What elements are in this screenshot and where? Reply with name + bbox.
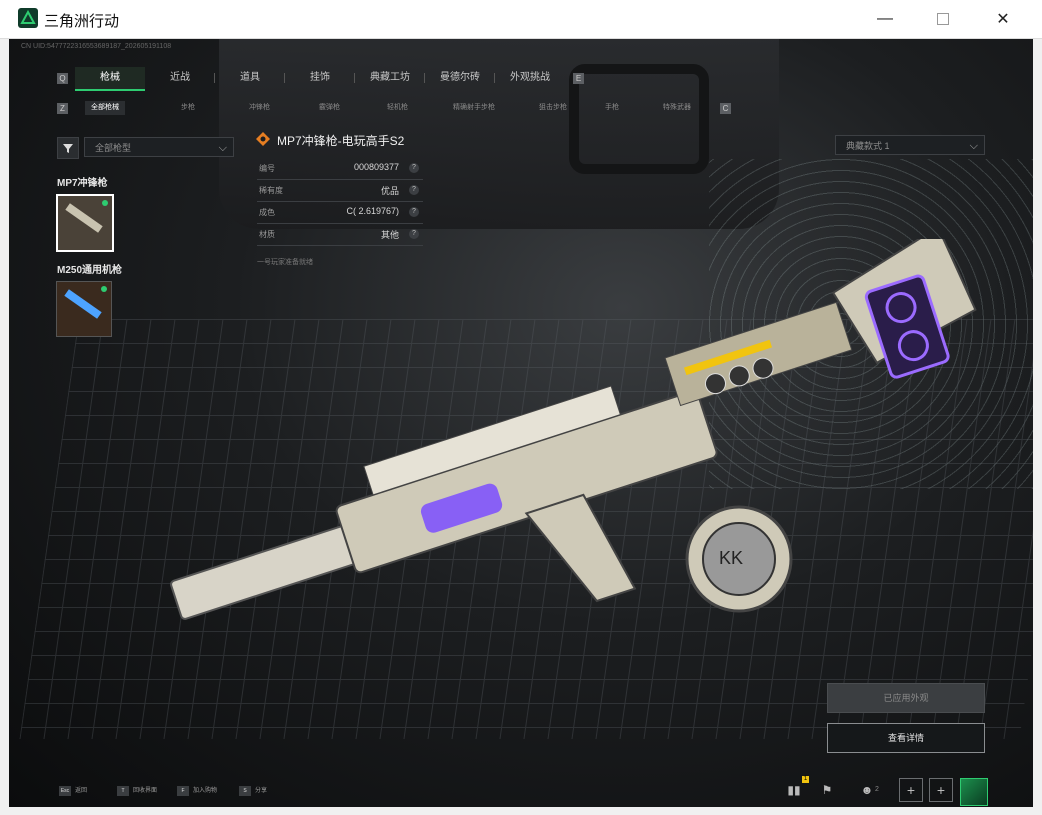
info-key: 编号 xyxy=(259,164,275,173)
hint-recycle[interactable]: T 回收界面 xyxy=(117,783,157,799)
game-viewport: CN UID:5477722316553689187_202605191108 … xyxy=(9,39,1033,807)
subtab-lmg[interactable]: 轻机枪 xyxy=(387,101,408,115)
window-title: 三角洲行动 xyxy=(44,13,120,30)
subtab-all-guns[interactable]: 全部枪械 xyxy=(85,101,125,115)
hint-label: 返回 xyxy=(75,788,88,794)
hint-back[interactable]: Esc 返回 xyxy=(59,783,87,799)
subtabs-next-arrow[interactable]: C xyxy=(720,103,731,114)
key-cap: S xyxy=(239,786,251,796)
tab-divider xyxy=(284,73,285,83)
subtab-dmr[interactable]: 精确射手步枪 xyxy=(453,101,495,115)
key-cap: Esc xyxy=(59,786,71,796)
equipped-indicator-icon xyxy=(102,200,108,206)
svg-text:KK: KK xyxy=(719,548,743,568)
filter-button[interactable] xyxy=(57,137,79,159)
subtab-pistol[interactable]: 手枪 xyxy=(605,101,619,115)
subtab-special[interactable]: 特殊武器 xyxy=(663,101,691,115)
hint-label: 回收界面 xyxy=(133,788,158,794)
avatar[interactable] xyxy=(960,778,988,806)
subtab-rifle[interactable]: 步枪 xyxy=(181,101,195,115)
subtab-shotgun[interactable]: 霰弹枪 xyxy=(319,101,340,115)
friends-count: 2 xyxy=(875,786,879,793)
tabs-prev-arrow[interactable]: Q xyxy=(57,73,68,84)
info-value: 000809377 xyxy=(353,162,399,172)
weapon-thumbnail-image xyxy=(64,289,102,319)
help-icon[interactable]: ? xyxy=(409,163,419,173)
add-party-button-1[interactable]: + xyxy=(899,778,923,802)
item-title: MP7冲锋枪-电玩高手S2 xyxy=(277,134,405,148)
tab-divider xyxy=(354,73,355,83)
help-icon[interactable]: ? xyxy=(409,185,419,195)
tab-divider xyxy=(424,73,425,83)
weapon-type-select-value: 全部枪型 xyxy=(95,143,132,153)
minimize-button[interactable]: — xyxy=(862,0,908,38)
maximize-icon xyxy=(937,13,949,25)
tab-charms[interactable]: 挂饰 xyxy=(289,67,351,89)
weapon-thumbnail-mp7[interactable] xyxy=(56,194,114,252)
weapon-model-image: KK xyxy=(170,239,977,620)
applied-appearance-button[interactable]: 已应用外观 xyxy=(827,683,985,713)
info-row-serial: 编号 000809377 ? xyxy=(257,157,423,180)
tab-divider xyxy=(214,73,215,83)
hint-share[interactable]: S 分享 xyxy=(239,783,267,799)
info-row-rarity: 稀有度 优品 ? xyxy=(257,179,423,202)
tab-mandel-brick[interactable]: 曼德尔砖 xyxy=(429,67,491,89)
help-icon[interactable]: ? xyxy=(409,229,419,239)
weapon-type-select[interactable]: 全部枪型 ⌵ xyxy=(84,137,234,157)
weapon-thumbnail-image xyxy=(65,203,103,233)
subtab-smg[interactable]: 冲锋枪 xyxy=(249,101,270,115)
hint-label: 加入购物 xyxy=(193,788,218,794)
key-cap: F xyxy=(177,786,189,796)
info-row-wear: 成色 C( 2.619767) ? xyxy=(257,201,423,224)
chevron-down-icon: ⌵ xyxy=(218,142,227,154)
tab-workshop[interactable]: 典藏工坊 xyxy=(359,67,421,89)
info-value: C( 2.619767) xyxy=(346,206,399,216)
info-value: 优品 xyxy=(380,186,399,196)
key-cap: T xyxy=(117,786,129,796)
chevron-down-icon: ⌵ xyxy=(969,140,978,152)
add-party-button-2[interactable]: + xyxy=(929,778,953,802)
equipped-indicator-icon xyxy=(101,286,107,292)
info-key: 成色 xyxy=(259,208,275,217)
subtabs-prev-arrow[interactable]: Z xyxy=(57,103,68,114)
subtab-sniper[interactable]: 狙击步枪 xyxy=(539,101,567,115)
tab-appearance-challenge[interactable]: 外观挑战 xyxy=(499,67,561,89)
app-logo-icon xyxy=(18,8,38,28)
filter-icon xyxy=(63,144,73,153)
collection-select-value: 典藏款式 1 xyxy=(846,141,890,151)
maximize-button[interactable] xyxy=(920,0,966,38)
help-icon[interactable]: ? xyxy=(409,207,419,217)
tab-divider xyxy=(494,73,495,83)
tabs-next-arrow[interactable]: E xyxy=(573,73,584,84)
weapon-thumbnail-m250[interactable] xyxy=(56,281,112,337)
weapon-category-title: M250通用机枪 xyxy=(57,265,123,276)
collection-select[interactable]: 典藏款式 1 ⌵ xyxy=(835,135,985,155)
weapon-category-title: MP7冲锋枪 xyxy=(57,178,108,189)
close-button[interactable]: ✕ xyxy=(980,0,1026,38)
notification-badge: 1 xyxy=(802,776,809,783)
tab-melee[interactable]: 近战 xyxy=(149,67,211,89)
flag-icon[interactable]: ⚑ xyxy=(815,778,839,802)
hint-label: 分享 xyxy=(255,788,268,794)
skin-diamond-icon xyxy=(256,132,270,146)
tab-props[interactable]: 道具 xyxy=(219,67,281,89)
tab-guns[interactable]: 枪械 xyxy=(75,67,145,91)
view-details-button[interactable]: 查看详情 xyxy=(827,723,985,753)
case-handle xyxy=(569,64,709,174)
uid-text: CN UID:5477722316553689187_202605191108 xyxy=(21,43,172,50)
window-titlebar: 三角洲行动 — ✕ xyxy=(0,0,1042,39)
info-key: 稀有度 xyxy=(259,186,283,195)
hint-add-to-cart[interactable]: F 加入购物 xyxy=(177,783,217,799)
